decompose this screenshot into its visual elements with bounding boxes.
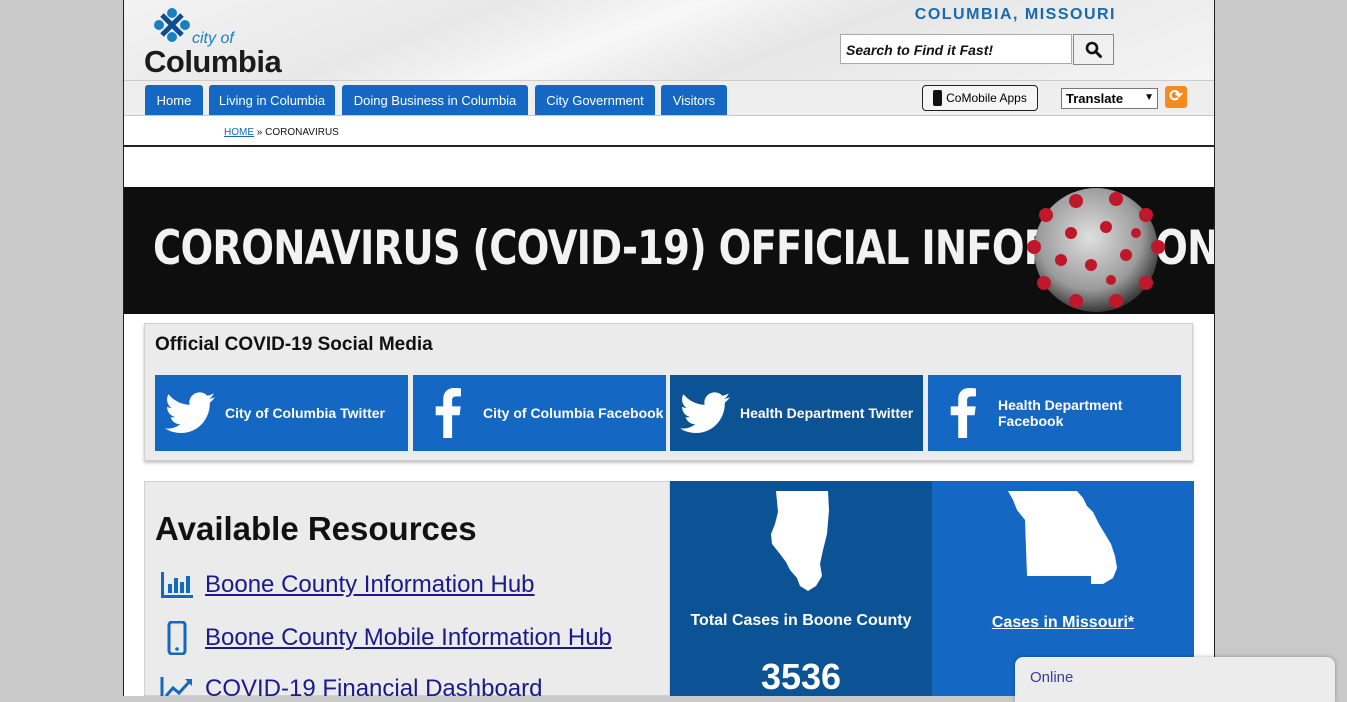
breadcrumb-home-link[interactable]: HOME <box>224 127 254 138</box>
city-emblem-icon <box>154 8 190 42</box>
city-facebook-label: City of Columbia Facebook <box>483 405 664 421</box>
nav-tab-visitors[interactable]: Visitors <box>661 85 727 115</box>
translate-label: Translate <box>1066 91 1124 106</box>
missouri-map-icon <box>1008 491 1117 584</box>
breadcrumb-current: CORONAVIRUS <box>265 127 339 138</box>
financial-dashboard-link[interactable]: COVID-19 Financial Dashboard <box>205 675 543 696</box>
social-media-heading: Official COVID-19 Social Media <box>155 334 433 355</box>
share-icon[interactable]: ⟳ <box>1165 86 1187 108</box>
boone-mobile-hub-link[interactable]: Boone County Mobile Information Hub <box>205 624 612 652</box>
health-twitter-label: Health Department Twitter <box>740 405 914 421</box>
health-facebook-button[interactable]: Health Department Facebook <box>928 375 1181 451</box>
breadcrumb-separator: » <box>256 127 263 138</box>
boone-cases-value: 3536 <box>760 656 842 696</box>
boone-county-stat-panel: Total Cases in Boone County 3536 <box>670 481 932 696</box>
chat-widget[interactable]: Online <box>1015 657 1335 702</box>
facebook-icon <box>413 388 483 438</box>
chat-status: Online <box>1030 669 1074 686</box>
boone-cases-label: Total Cases in Boone County <box>690 612 912 629</box>
mobile-phone-icon <box>167 621 187 655</box>
city-facebook-button[interactable]: City of Columbia Facebook <box>413 375 666 451</box>
search-button[interactable] <box>1073 34 1114 65</box>
illinois-map-icon <box>771 491 829 591</box>
site-location-title: COLUMBIA, MISSOURI <box>914 6 1116 23</box>
missouri-cases-link[interactable]: Cases in Missouri* <box>932 614 1194 632</box>
breadcrumb: HOME » CORONAVIRUS <box>224 127 339 138</box>
city-twitter-button[interactable]: City of Columbia Twitter <box>155 375 408 451</box>
virus-image <box>1027 188 1165 312</box>
resource-link-item: COVID-19 Financial Dashboard <box>159 672 543 696</box>
resources-panel: Available Resources Boone County Informa… <box>144 481 670 696</box>
resource-link-item: Boone County Mobile Information Hub <box>159 621 612 655</box>
bar-chart-icon <box>161 572 193 598</box>
city-logo[interactable]: city of Columbia <box>144 6 294 79</box>
comobile-apps-label: CoMobile Apps <box>946 91 1027 105</box>
covid-banner: CORONAVIRUS (COVID-19) OFFICIAL INFORMAT… <box>124 187 1214 314</box>
boone-info-hub-link[interactable]: Boone County Information Hub <box>205 571 535 599</box>
comobile-apps-button[interactable]: CoMobile Apps <box>922 85 1038 111</box>
nav-tab-living[interactable]: Living in Columbia <box>209 85 335 115</box>
page: city of Columbia COLUMBIA, MISSOURI Sear… <box>123 0 1215 696</box>
nav-tab-doing-business[interactable]: Doing Business in Columbia <box>342 85 528 115</box>
twitter-icon <box>155 392 225 434</box>
site-header: city of Columbia COLUMBIA, MISSOURI Sear… <box>124 0 1214 81</box>
nav-tab-city-government[interactable]: City Government <box>535 85 655 115</box>
facebook-icon <box>928 388 998 438</box>
logo-columbia-text: Columbia <box>144 44 282 79</box>
divider <box>124 145 1214 147</box>
resources-heading: Available Resources <box>155 510 477 547</box>
main-nav: Home Living in Columbia Doing Business i… <box>124 81 1214 116</box>
trend-chart-icon <box>160 677 192 696</box>
phone-icon <box>933 90 943 106</box>
search-icon <box>1085 41 1102 58</box>
health-facebook-label: Health Department Facebook <box>998 397 1123 429</box>
resource-link-item: Boone County Information Hub <box>159 568 535 602</box>
twitter-icon <box>670 392 740 434</box>
search-input[interactable]: Search to Find it Fast! <box>840 34 1072 64</box>
health-twitter-button[interactable]: Health Department Twitter <box>670 375 923 451</box>
translate-select[interactable]: Translate ▼ <box>1061 88 1158 109</box>
chevron-down-icon: ▼ <box>1144 92 1154 103</box>
social-media-panel: Official COVID-19 Social Media City of C… <box>144 323 1193 461</box>
city-twitter-label: City of Columbia Twitter <box>225 405 385 421</box>
nav-tab-home[interactable]: Home <box>145 85 203 115</box>
